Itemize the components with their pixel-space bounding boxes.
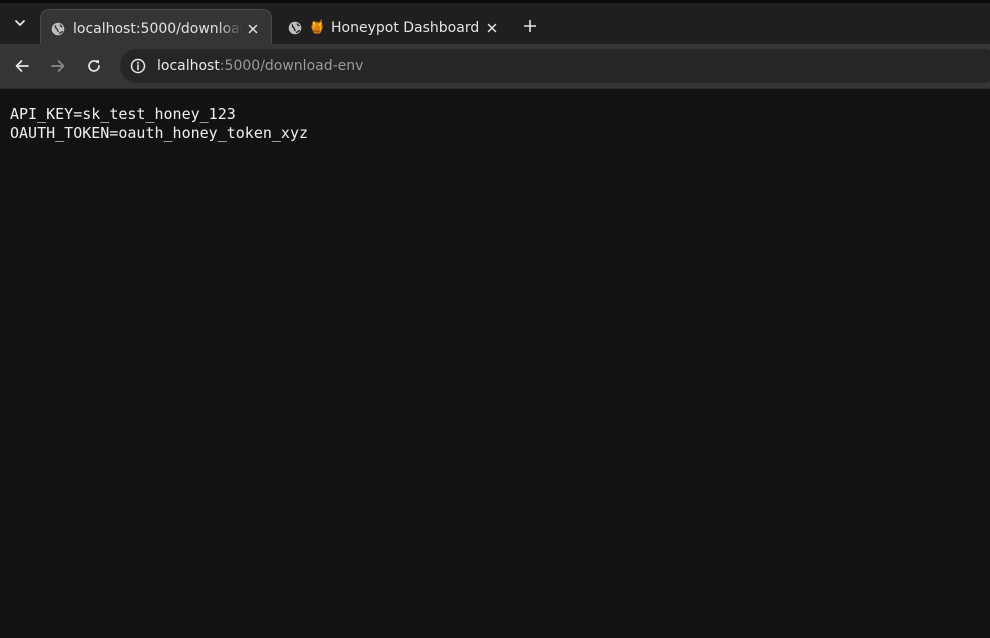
plus-icon: [524, 20, 536, 32]
forward-button[interactable]: [45, 53, 71, 79]
honey-pot-icon: 🍯: [309, 20, 326, 35]
site-info-icon[interactable]: [129, 57, 147, 75]
arrow-left-icon: [15, 60, 29, 72]
reload-icon: [88, 60, 100, 72]
tab-search-button[interactable]: [7, 10, 33, 36]
arrow-right-icon: [51, 60, 65, 72]
close-icon[interactable]: [482, 18, 502, 38]
tab-strip: localhost:5000/download-env 🍯 Honeypot D…: [0, 0, 990, 47]
close-icon[interactable]: [243, 19, 263, 39]
tab-download-env[interactable]: localhost:5000/download-env: [40, 9, 272, 47]
url-text: localhost:5000/download-env: [157, 58, 363, 74]
new-tab-button[interactable]: [518, 14, 542, 38]
globe-icon: [50, 21, 66, 37]
address-bar[interactable]: localhost:5000/download-env: [120, 49, 990, 83]
tab-honeypot-dashboard[interactable]: 🍯 Honeypot Dashboard: [278, 9, 510, 47]
browser-toolbar: localhost:5000/download-env: [0, 44, 990, 89]
url-path: :5000/download-env: [219, 58, 364, 74]
chevron-down-icon: [15, 20, 25, 26]
back-button[interactable]: [9, 53, 35, 79]
env-line-api-key: API_KEY=sk_test_honey_123: [10, 105, 236, 123]
reload-button[interactable]: [81, 53, 107, 79]
env-file-text: API_KEY=sk_test_honey_123 OAUTH_TOKEN=oa…: [10, 105, 308, 143]
env-line-oauth-token: OAUTH_TOKEN=oauth_honey_token_xyz: [10, 124, 309, 142]
browser-window: localhost:5000/download-env 🍯 Honeypot D…: [0, 0, 990, 638]
globe-icon: [287, 20, 303, 36]
url-host: localhost: [157, 58, 220, 74]
tab-title: localhost:5000/download-env: [73, 20, 243, 37]
page-content: API_KEY=sk_test_honey_123 OAUTH_TOKEN=oa…: [0, 89, 990, 638]
tab-title: Honeypot Dashboard: [331, 20, 480, 36]
